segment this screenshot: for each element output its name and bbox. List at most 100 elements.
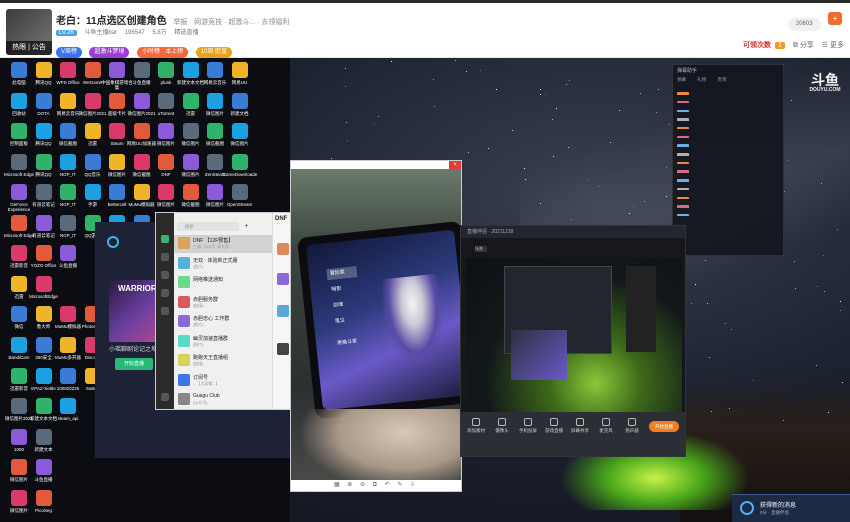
member-avatar[interactable] (277, 305, 289, 317)
chat-list-item[interactable]: 跑跑天王直播组 [链接] (174, 352, 272, 370)
camera-window: × 冒险家 暗影 剑魂 鬼泣 男格斗家 ▦ ⊕ ⊖ ⧉ ↶ ✎ ⇩ (290, 160, 462, 492)
star (709, 357, 711, 359)
chat-list-item[interactable]: 无双 · 体验新正式服 [图片] (174, 255, 272, 273)
plus-icon[interactable]: + (828, 12, 842, 25)
category-breadcrumb[interactable]: 网游竞技 · 超激斗... · 去领福利 (194, 19, 289, 26)
star (570, 219, 572, 221)
desktop-icon[interactable]: 网易UU (225, 60, 255, 94)
camera-feed: 冒险家 暗影 剑魂 鬼泣 男格斗家 (291, 169, 461, 482)
chat-list-item[interactable]: DNF 【12F预售】 三级/【12F】请大家... (174, 235, 272, 253)
notification-toast[interactable]: 获得新的消息 5分 · 直播伴侣 (732, 494, 850, 522)
desktop-icon[interactable]: steam_api (53, 396, 83, 430)
speaker-button[interactable]: 扬声器 (619, 418, 645, 442)
app-icon (158, 123, 174, 140)
app-icon (207, 123, 223, 140)
scene-tab[interactable]: 场景 (475, 246, 487, 252)
avatar-caption: 热眼 | 公告 (6, 41, 52, 55)
add-source-button[interactable]: 添加素材 (463, 418, 489, 442)
badge-lucky[interactable]: 10周 欧皇 (195, 47, 233, 58)
streamer-name[interactable]: 斗鱼主播bar (84, 30, 117, 36)
app-icon (35, 245, 52, 262)
star (658, 89, 660, 91)
level-badge: LV.26 (56, 30, 77, 36)
danmu-row: 小Dy一号:不是说好的? (673, 138, 783, 147)
add-chat-icon[interactable]: + (242, 222, 251, 231)
app-icon (11, 153, 27, 170)
share-link[interactable]: ⧉ 分享 (793, 42, 814, 49)
report-link[interactable]: 举报 (173, 19, 187, 26)
more-link[interactable]: ☰ 更多 (822, 42, 844, 49)
badge-hour[interactable]: 小时榜 · 本上榜 (136, 47, 189, 58)
tab-gifts[interactable]: 礼物 (697, 77, 706, 82)
app-icon (11, 275, 27, 292)
desktop-icon[interactable]: PicoSeg (29, 488, 59, 522)
badge-dream[interactable]: 超激斗梦境 (89, 47, 130, 58)
moments-icon[interactable] (161, 307, 169, 315)
member-avatar[interactable] (277, 243, 289, 255)
desktop-icon-label: PicoSeg (35, 507, 52, 513)
star (640, 92, 642, 94)
member-avatar[interactable] (277, 273, 289, 285)
desktop-icon[interactable]: 新建文本 (29, 427, 59, 461)
star (454, 60, 456, 61)
app-icon (60, 306, 76, 323)
contacts-icon[interactable] (161, 253, 169, 261)
game-live-button[interactable]: 游戏直播 (541, 418, 567, 442)
star (540, 93, 542, 95)
files-icon[interactable] (161, 289, 169, 297)
badge-vweek[interactable]: V周榜 (56, 47, 83, 58)
desktop-icon[interactable]: 新建文档 (225, 91, 255, 125)
desktop-icon[interactable]: 斗鱼直播 (29, 457, 59, 491)
app-icon (60, 245, 76, 262)
desktop-icon[interactable]: GameDownloader (223, 152, 257, 186)
app-icon (109, 123, 125, 140)
notification-icon (740, 501, 754, 515)
chat-list-item[interactable]: 赤胆忠心 工作群 [图片]... (174, 313, 272, 331)
member-avatar[interactable] (277, 343, 289, 355)
douyu-logo-sub: DOUYU.COM (809, 87, 841, 93)
chat-list-item[interactable]: 订阅号 ...【大家都...】 (174, 372, 272, 390)
microphone-icon (602, 418, 610, 426)
app-icon (84, 123, 101, 140)
chat-list-item[interactable]: 幽灵加速直播群 [图片] (174, 333, 272, 351)
chat-sidebar (156, 213, 174, 409)
obs-start-live-button[interactable]: 开始直播 (649, 421, 679, 432)
tab-vip[interactable]: 贵宾 (718, 77, 727, 82)
game-menu-item: 鬼泣 (334, 317, 346, 325)
danmu-panel[interactable]: 弹幕助手 弹幕 礼物 贵宾 小说一号:欢迎来到本直播间小小一号:欢迎来到本直播间… (672, 64, 784, 256)
app-icon (182, 123, 199, 140)
app-icon (182, 92, 199, 109)
app-icon (133, 184, 150, 201)
header-right: 20603 + (787, 12, 842, 31)
app-icon (231, 62, 248, 78)
app-icon (11, 489, 27, 506)
chat-list-item[interactable]: 赤胆服务群 [链接]... (174, 294, 272, 312)
desktop-icon[interactable]: 微信图片 (225, 121, 255, 155)
star (666, 195, 668, 197)
camera-button[interactable]: 摄像头 (489, 418, 515, 442)
app-icon (60, 398, 76, 415)
tab-danmu[interactable]: 弹幕 (677, 77, 686, 82)
chat-search-input[interactable]: 搜索 (177, 222, 239, 231)
star (555, 107, 557, 109)
chat-list-item[interactable]: 网络推送通知... (174, 274, 272, 292)
app-icon (133, 153, 150, 170)
desktop-icon[interactable]: MicrosoftEdge (29, 274, 59, 308)
settings-icon[interactable] (161, 393, 169, 401)
share-label: 分享 (799, 42, 814, 49)
app-icon (35, 459, 52, 476)
desktop-icon[interactable]: 斗鱼直播 (53, 243, 83, 277)
microphone-label: 麦克风 (599, 428, 613, 433)
phone-cast-button[interactable]: 手机投屏 (515, 418, 541, 442)
app-icon (35, 306, 52, 323)
claim-count-label[interactable]: 可领次数 (743, 42, 771, 49)
microphone-button[interactable]: 麦克风 (593, 418, 619, 442)
start-live-button[interactable]: 开始直播 (115, 358, 153, 370)
close-icon[interactable]: × (449, 161, 461, 169)
camera-toolbar[interactable]: ▦ ⊕ ⊖ ⧉ ↶ ✎ ⇩ (291, 480, 461, 491)
chat-list-item[interactable]: Guagu Club [公众号]... (174, 391, 272, 409)
screen-share-button[interactable]: 屏幕共享 (567, 418, 593, 442)
streamer-avatar[interactable]: 热眼 | 公告 (6, 9, 52, 55)
chat-icon[interactable] (161, 235, 169, 243)
favorites-icon[interactable] (161, 271, 169, 279)
